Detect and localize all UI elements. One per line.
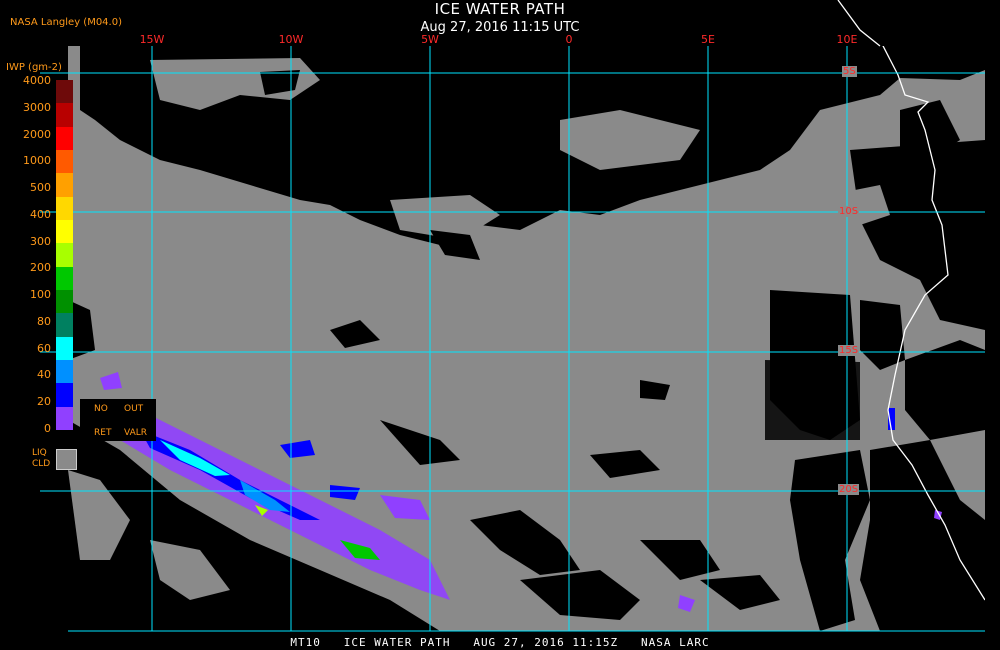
legend-swatch — [56, 173, 73, 198]
legend-tick-label: 200 — [30, 261, 51, 275]
legend-swatch — [56, 266, 73, 291]
legend-swatch — [56, 313, 73, 338]
lon-label-5e: 5E — [701, 33, 715, 46]
legend-tick-label: 4000 — [23, 74, 51, 87]
legend-swatch — [56, 383, 73, 408]
legend-tick-label: 60 — [37, 341, 51, 355]
legend-tick-label: 1000 — [23, 154, 51, 168]
legend-tick-label: 20 — [37, 395, 51, 409]
credit-label: NASA Langley (M04.0) — [10, 17, 122, 28]
no-retrieval-box: NO OUT RET VALR — [80, 399, 156, 441]
legend-swatch — [56, 336, 73, 361]
legend-swatch — [56, 290, 73, 314]
legend-tick-label: 40 — [37, 368, 51, 382]
legend-swatch — [56, 360, 73, 384]
legend-swatch — [56, 80, 73, 104]
map-title: ICE WATER PATH — [434, 0, 566, 18]
no-label: NO — [94, 404, 108, 414]
legend-swatch — [56, 126, 73, 151]
footer-caption: MT10 ICE WATER PATH AUG 27, 2016 11:15Z … — [290, 636, 710, 649]
legend-tick-label: 400 — [30, 207, 51, 221]
lat-label-15s: 15S — [838, 345, 860, 356]
liq-label: LIQ — [32, 448, 47, 458]
lat-label-10s: 10S — [838, 206, 860, 217]
legend-tick-label: 80 — [37, 314, 51, 328]
lat-label-20s: 20S — [838, 484, 860, 495]
legend-tick-label: 0 — [44, 422, 51, 435]
legend-tick-label: 500 — [30, 181, 51, 195]
satellite-map — [0, 0, 1000, 650]
lon-label-5w: 5W — [421, 33, 439, 46]
legend-tick-label: 300 — [30, 234, 51, 248]
lon-label-10w: 10W — [278, 33, 304, 46]
out-label: OUT — [124, 404, 144, 414]
legend-tick-label: 2000 — [23, 127, 51, 141]
legend-tick-label: 100 — [30, 288, 51, 302]
legend-swatch — [56, 243, 73, 268]
cld-label: CLD — [32, 459, 51, 469]
legend-swatch — [56, 103, 73, 128]
ret-label: RET — [94, 428, 112, 438]
legend-tick-label: 3000 — [23, 100, 51, 114]
lat-label-5s: 5S — [842, 66, 857, 77]
legend-swatch — [56, 196, 73, 221]
lon-label-10e: 10E — [836, 33, 858, 46]
valr-label: VALR — [124, 428, 148, 438]
legend-swatch — [56, 220, 73, 244]
legend-swatch — [56, 150, 73, 174]
legend-swatch — [56, 406, 73, 431]
lon-label-0: 0 — [565, 33, 573, 46]
legend-unit-label: IWP (gm-2) — [6, 62, 62, 73]
lon-label-15w: 15W — [139, 33, 165, 46]
liquid-cloud-swatch — [56, 449, 77, 470]
